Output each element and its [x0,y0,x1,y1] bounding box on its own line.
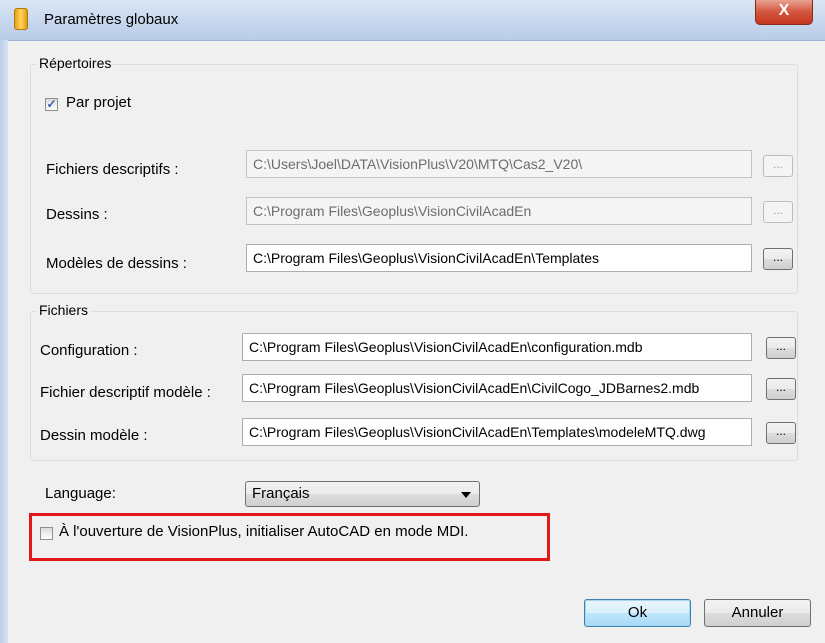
window-border [0,40,8,643]
app-icon [14,8,28,30]
language-select[interactable]: Français [245,481,480,507]
configuration-browse-button[interactable]: ... [766,337,796,359]
par-projet-label: Par projet [66,94,132,111]
language-selected-value: Français [252,485,310,502]
dessin-modele-label: Dessin modèle : [40,427,148,444]
fichiers-descriptifs-label: Fichiers descriptifs : [46,161,179,178]
global-settings-dialog: Paramètres globaux X Répertoires ✓ Par p… [0,0,825,643]
close-button[interactable]: X [755,0,813,25]
dessins-label: Dessins : [46,206,108,223]
fichier-descriptif-modele-browse-button[interactable]: ... [766,378,796,400]
dessin-modele-browse-button[interactable]: ... [766,422,796,444]
repertoires-legend: Répertoires [37,55,114,71]
dessins-browse-button[interactable]: ... [763,201,793,223]
modeles-dessins-label: Modèles de dessins : [46,255,187,272]
modeles-dessins-browse-button[interactable]: ... [763,248,793,270]
configuration-label: Configuration : [40,342,138,359]
ok-button[interactable]: Ok [584,599,691,627]
par-projet-checkbox[interactable]: ✓ [45,98,58,111]
window-title: Paramètres globaux [44,11,179,28]
cancel-button[interactable]: Annuler [704,599,811,627]
fichiers-legend: Fichiers [37,302,91,318]
language-label: Language: [45,485,116,502]
mdi-checkbox[interactable] [40,527,53,540]
fichier-descriptif-modele-field[interactable]: C:\Program Files\Geoplus\VisionCivilAcad… [242,374,752,402]
dessin-modele-field[interactable]: C:\Program Files\Geoplus\VisionCivilAcad… [242,418,752,446]
dessins-field[interactable]: C:\Program Files\Geoplus\VisionCivilAcad… [246,197,752,225]
title-bar[interactable]: Paramètres globaux X [0,0,825,41]
fichiers-descriptifs-browse-button[interactable]: ... [763,155,793,177]
modeles-dessins-field[interactable]: C:\Program Files\Geoplus\VisionCivilAcad… [246,244,752,272]
fichier-descriptif-modele-label: Fichier descriptif modèle : [40,384,211,401]
dropdown-arrow-icon [461,492,471,498]
fichiers-descriptifs-field[interactable]: C:\Users\Joel\DATA\VisionPlus\V20\MTQ\Ca… [246,150,752,178]
mdi-option-label: À l'ouverture de VisionPlus, initialiser… [59,523,469,540]
configuration-field[interactable]: C:\Program Files\Geoplus\VisionCivilAcad… [242,333,752,361]
